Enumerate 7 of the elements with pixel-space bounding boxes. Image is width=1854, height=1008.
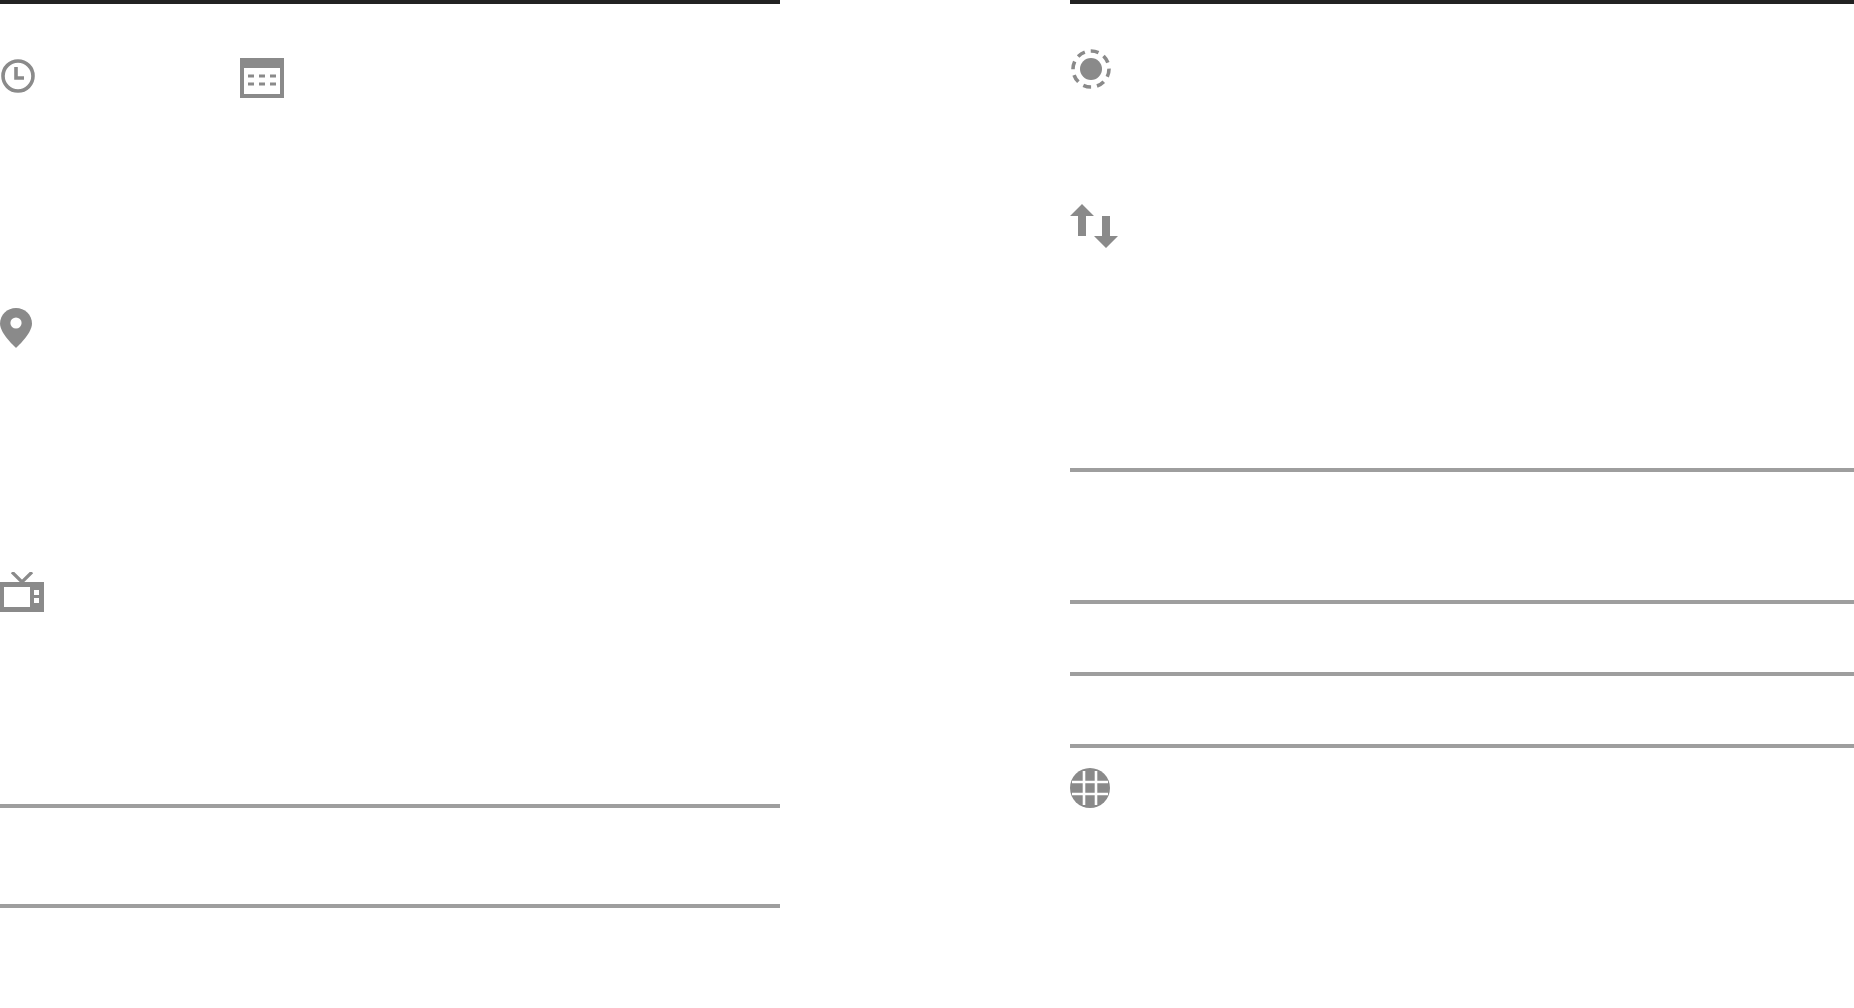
globe-icon	[1070, 768, 1110, 808]
location-pin-icon	[0, 308, 32, 348]
clock-icon	[0, 58, 36, 94]
up-down-arrows-icon	[1070, 204, 1118, 248]
calendar-icon	[240, 58, 284, 98]
tv-icon	[0, 572, 44, 612]
brightness-icon	[1070, 48, 1112, 90]
